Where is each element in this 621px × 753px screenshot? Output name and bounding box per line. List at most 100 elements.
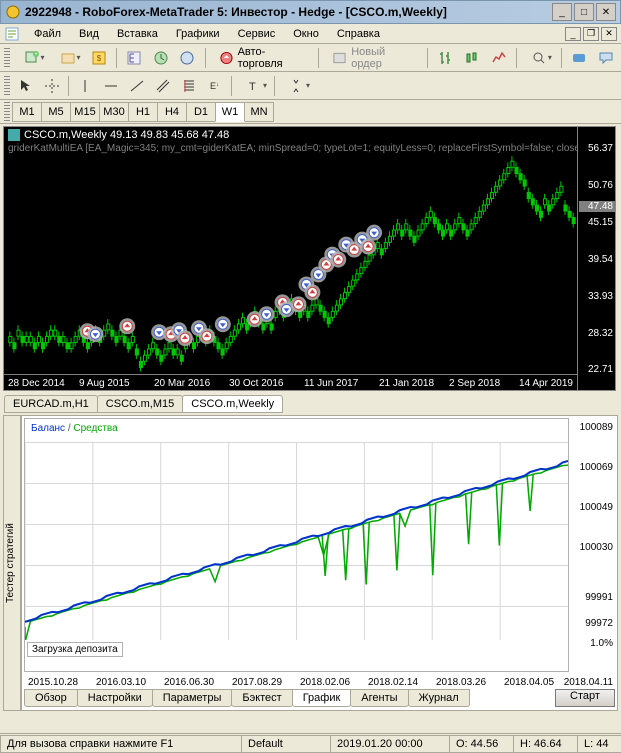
fibo-button[interactable] xyxy=(177,74,201,98)
toolbar-grip[interactable] xyxy=(4,48,10,68)
equity-percent-box: Загрузка депозита xyxy=(24,640,569,672)
menu-insert[interactable]: Вставка xyxy=(109,26,166,42)
timeframe-MN[interactable]: MN xyxy=(244,102,274,122)
start-button[interactable]: Старт xyxy=(555,689,615,707)
trend-line-button[interactable] xyxy=(125,74,149,98)
price-current: 47.48 xyxy=(579,201,615,212)
price-tick: 39.54 xyxy=(588,254,613,265)
tester-tab[interactable]: Агенты xyxy=(350,689,408,707)
timeframe-M5[interactable]: M5 xyxy=(41,102,71,122)
tf-grip[interactable] xyxy=(4,102,10,122)
tester-side-tab[interactable]: Тестер стратегий xyxy=(3,415,21,711)
price-chart[interactable]: CSCO.m,Weekly 49.13 49.83 45.68 47.48 gr… xyxy=(3,126,616,391)
autotrade-button[interactable]: Авто-торговля xyxy=(212,46,313,70)
titlebar: 2922948 - RoboForex-MetaTrader 5: Инвест… xyxy=(0,0,621,24)
chart-tabs: EURCAD.m,H1CSCO.m,M15CSCO.m,Weekly xyxy=(0,393,621,413)
timeframe-W1[interactable]: W1 xyxy=(215,102,245,122)
new-chart-button[interactable]: + xyxy=(16,46,48,70)
price-tick: 50.76 xyxy=(588,180,613,191)
equity-scale: 100089 100069 100049 100030 99991 99972 … xyxy=(571,418,615,672)
timeframe-H1[interactable]: H1 xyxy=(128,102,158,122)
ea-info-label: griderKatMultiEA [EA_Magic=345; my_cmt=g… xyxy=(4,143,615,154)
status-date: 2019.01.20 00:00 xyxy=(330,735,450,753)
maximize-button[interactable]: □ xyxy=(574,3,594,21)
equidistant-button[interactable] xyxy=(151,74,175,98)
mdi-close[interactable]: ✕ xyxy=(601,27,617,41)
equity-chart[interactable]: Баланс / Средства xyxy=(24,418,569,672)
new-order-button[interactable]: Новый ордер xyxy=(325,46,421,70)
timeframe-bar: M1M5M15M30H1H4D1W1MN xyxy=(0,100,621,124)
tester-body: Баланс / Средства Загрузка депозита 1000… xyxy=(21,415,618,711)
status-low: L: 44 xyxy=(577,735,621,753)
new-order-label: Новый ордер xyxy=(351,46,414,70)
crosshair-button[interactable] xyxy=(40,74,64,98)
time-axis[interactable]: 28 Dec 2014 9 Aug 2015 20 Mar 2016 30 Oc… xyxy=(4,374,577,390)
menu-view[interactable]: Вид xyxy=(71,26,107,42)
status-help: Для вызова справки нажмите F1 xyxy=(0,735,242,753)
mdi-minimize[interactable]: _ xyxy=(565,27,581,41)
mql5-button[interactable] xyxy=(568,46,591,70)
document-icon xyxy=(4,26,20,42)
mdi-controls: _ ❐ ✕ xyxy=(565,27,617,41)
price-tick: 56.37 xyxy=(588,143,613,154)
minimize-button[interactable]: _ xyxy=(552,3,572,21)
vertical-line-button[interactable] xyxy=(73,74,97,98)
chart-tab[interactable]: CSCO.m,M15 xyxy=(97,395,183,413)
menu-service[interactable]: Сервис xyxy=(230,26,284,42)
horizontal-line-button[interactable] xyxy=(99,74,123,98)
market-watch-button[interactable]: $ xyxy=(87,46,110,70)
price-tick: 45.15 xyxy=(588,217,613,228)
tester-tab[interactable]: Параметры xyxy=(152,689,233,707)
mdi-restore[interactable]: ❐ xyxy=(583,27,599,41)
menu-help[interactable]: Справка xyxy=(329,26,388,42)
line-chart-button[interactable] xyxy=(487,46,510,70)
svg-text:$: $ xyxy=(97,54,102,63)
chart-symbol-label: CSCO.m,Weekly 49.13 49.83 45.68 47.48 xyxy=(24,129,229,141)
chart-tab[interactable]: EURCAD.m,H1 xyxy=(4,395,98,413)
timeframe-M1[interactable]: M1 xyxy=(12,102,42,122)
autotrade-label: Авто-торговля xyxy=(238,46,306,70)
tester-tab[interactable]: Настройки xyxy=(77,689,153,707)
strategy-tester-button[interactable] xyxy=(176,46,199,70)
tester-tab[interactable]: График xyxy=(292,689,352,707)
timeframe-M30[interactable]: M30 xyxy=(99,102,129,122)
timeframe-D1[interactable]: D1 xyxy=(186,102,216,122)
menu-charts[interactable]: Графики xyxy=(168,26,228,42)
tester-tab[interactable]: Бэктест xyxy=(231,689,292,707)
profiles-button[interactable] xyxy=(52,46,84,70)
equity-legend: Баланс / Средства xyxy=(31,423,118,434)
menu-window[interactable]: Окно xyxy=(285,26,327,42)
menubar: Файл Вид Вставка Графики Сервис Окно Спр… xyxy=(0,24,621,44)
navigator-button[interactable] xyxy=(123,46,146,70)
toolbar-grip-2[interactable] xyxy=(4,76,10,96)
strategy-tester-panel: Тестер стратегий Баланс / Средства Загру… xyxy=(3,415,618,711)
candle-chart-button[interactable] xyxy=(461,46,484,70)
equity-plot xyxy=(25,419,568,671)
chart-tab[interactable]: CSCO.m,Weekly xyxy=(182,395,283,413)
text-label-button[interactable]: T xyxy=(236,74,270,98)
price-axis[interactable]: 56.37 50.76 47.48 45.15 39.54 33.93 28.3… xyxy=(577,127,615,390)
window-controls: _ □ ✕ xyxy=(552,3,616,21)
tester-tab[interactable]: Обзор xyxy=(24,689,78,707)
data-window-button[interactable] xyxy=(150,46,173,70)
close-button[interactable]: ✕ xyxy=(596,3,616,21)
main-toolbar: + $ Авто-торговля Новый ордер xyxy=(0,44,621,72)
status-profile[interactable]: Default xyxy=(241,735,331,753)
timeframe-H4[interactable]: H4 xyxy=(157,102,187,122)
timeframe-M15[interactable]: M15 xyxy=(70,102,100,122)
svg-text:↓: ↓ xyxy=(216,82,219,88)
zoom-in-button[interactable] xyxy=(523,46,555,70)
cursor-button[interactable] xyxy=(14,74,38,98)
loading-label: Загрузка депозита xyxy=(27,642,123,657)
tester-tab[interactable]: Журнал xyxy=(408,689,470,707)
status-high: H: 46.64 xyxy=(513,735,578,753)
statusbar: Для вызова справки нажмите F1 Default 20… xyxy=(0,733,621,753)
objects-button[interactable] xyxy=(279,74,313,98)
chat-button[interactable] xyxy=(594,46,617,70)
cycle-button[interactable]: E↓ xyxy=(203,74,227,98)
drawing-toolbar: E↓ T xyxy=(0,72,621,100)
menu-file[interactable]: Файл xyxy=(26,26,69,42)
candle-plot xyxy=(6,155,577,374)
app-icon xyxy=(5,4,21,20)
bar-chart-button[interactable] xyxy=(434,46,457,70)
